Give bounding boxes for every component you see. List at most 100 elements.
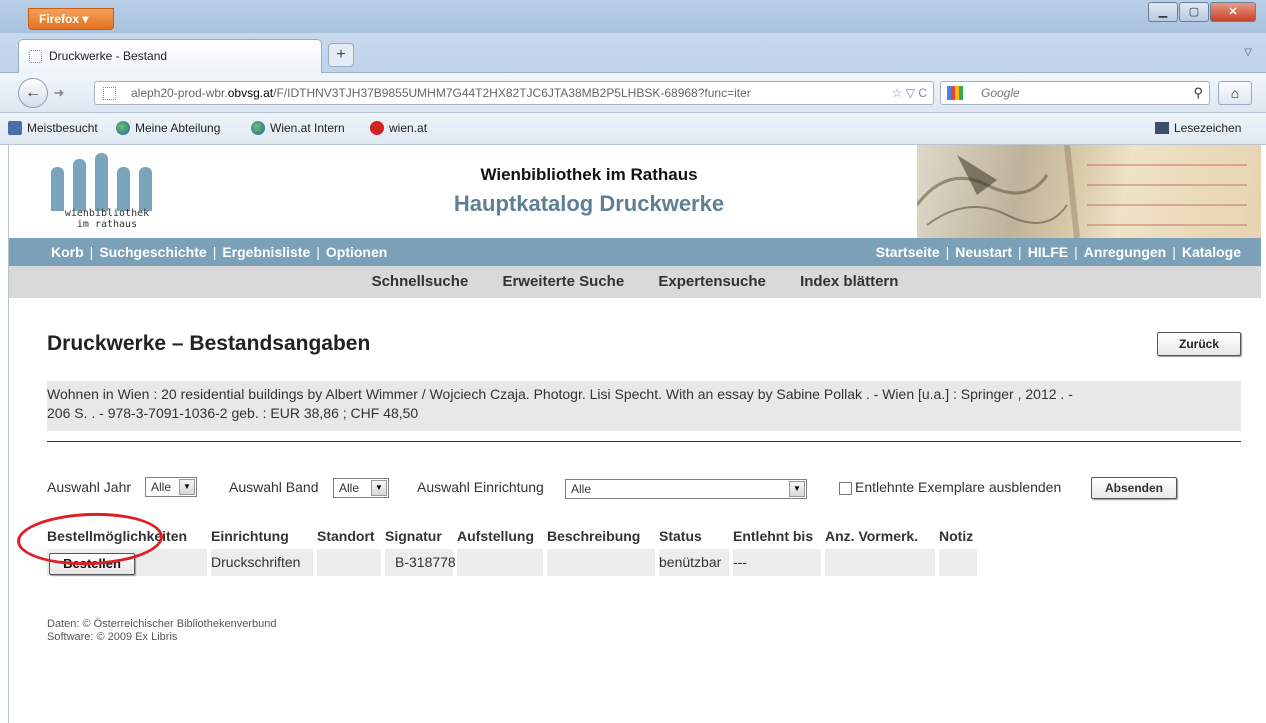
most-visited-icon (8, 121, 22, 135)
bookmarks-menu[interactable]: Lesezeichen (1155, 121, 1241, 135)
url-bar[interactable]: aleph20-prod-wbr.obvsg.at/F/IDTHNV3TJH37… (94, 81, 934, 105)
home-icon[interactable]: ⌂ (1218, 81, 1252, 105)
nav-neustart[interactable]: Neustart (955, 244, 1012, 260)
record-line-2: 206 S. . - 978-3-7091-1036-2 geb. : EUR … (47, 405, 419, 421)
search-icon[interactable]: ⚲ (1193, 82, 1203, 104)
vormerk-cell (825, 549, 935, 576)
page-title: Druckwerke – Bestandsangaben (47, 332, 371, 355)
google-engine-icon[interactable] (947, 86, 963, 100)
tab-list-chevron-icon[interactable]: ▽ (1244, 47, 1252, 58)
bookmark-meine-abteilung[interactable]: Meine Abteilung (116, 121, 220, 135)
hide-loaned-label: Entlehnte Exemplare ausblenden (855, 479, 1062, 495)
wien-icon (370, 121, 384, 135)
top-navigation: Korb | Suchgeschichte | Ergebnisliste | Option… (9, 238, 1261, 266)
einrichtung-cell: Druckschriften (211, 549, 313, 576)
dropdown-arrow-icon: ▼ (789, 481, 805, 497)
dropdown-arrow-icon: ▼ (179, 479, 195, 495)
page-content: wienbibliothek im rathaus Wienbibliothek… (8, 145, 1261, 723)
footer-data-credit: Daten: © Österreichischer Bibliothekenve… (47, 618, 277, 630)
dropdown-arrow-icon: ▼ (371, 480, 387, 496)
nav-suchgeschichte[interactable]: Suchgeschichte (99, 244, 206, 260)
divider (47, 441, 1241, 442)
bookmark-star-reload-icons[interactable]: ☆ ▽ C (885, 82, 927, 104)
bookmarks-toolbar: Meistbesucht Meine Abteilung Wien.at Int… (0, 113, 1266, 145)
browser-tab[interactable]: Druckwerke - Bestand (18, 39, 322, 73)
nav-anregungen[interactable]: Anregungen (1084, 244, 1166, 260)
volume-select[interactable]: Alle ▼ (333, 478, 389, 498)
notiz-cell (939, 549, 977, 576)
new-tab-button[interactable]: + (328, 43, 354, 67)
globe-icon (251, 121, 265, 135)
page-footer: Daten: © Österreichischer Bibliothekenve… (47, 618, 276, 644)
nav-kataloge[interactable]: Kataloge (1182, 244, 1241, 260)
back-page-button[interactable]: Zurück (1157, 332, 1241, 356)
column-header: Signatur (385, 528, 442, 544)
year-filter-label: Auswahl Jahr (47, 479, 132, 495)
record-line-1: Wohnen in Wien : 20 residential building… (47, 386, 1073, 402)
nav-expertensuche[interactable]: Expertensuche (658, 273, 766, 290)
status-cell: benützbar (659, 549, 729, 576)
bookmark-label: wien.at (389, 121, 428, 135)
site-subtitle: Hauptkatalog Druckwerke (453, 191, 725, 216)
search-type-navigation: Schnellsuche Erweiterte Suche Expertensu… (9, 266, 1261, 298)
globe-icon (116, 121, 130, 135)
firefox-menu-button[interactable]: Firefox ▾ (28, 8, 114, 30)
url-host: obvsg.at (227, 86, 274, 100)
library-logo-icon[interactable] (51, 153, 161, 211)
bookmarks-icon (1155, 122, 1169, 134)
forward-button[interactable]: ➜ (48, 83, 70, 103)
aufstellung-cell (457, 549, 543, 576)
bibliographic-record: Wohnen in Wien : 20 residential building… (47, 381, 1241, 431)
column-header: Status (659, 528, 702, 544)
nav-ergebnisliste[interactable]: Ergebnisliste (222, 244, 310, 260)
bookmark-wien-at[interactable]: wien.at (370, 121, 427, 135)
back-button[interactable]: ← (18, 78, 48, 108)
site-header: wienbibliothek im rathaus Wienbibliothek… (9, 145, 1261, 238)
tab-title: Druckwerke - Bestand (49, 49, 168, 63)
logo-line-2: im rathaus (76, 219, 138, 230)
bookmark-meistbesucht[interactable]: Meistbesucht (8, 121, 98, 135)
close-icon[interactable]: ✕ (1210, 2, 1256, 22)
nav-startseite[interactable]: Startseite (876, 244, 940, 260)
nav-schnellsuche[interactable]: Schnellsuche (372, 273, 469, 290)
institution-select[interactable]: Alle ▼ (565, 479, 807, 499)
column-header: Einrichtung (211, 528, 289, 544)
standort-cell (317, 549, 381, 576)
logo-line-1: wienbibliothek (64, 208, 150, 219)
bookmark-wien-intern[interactable]: Wien.at Intern (251, 121, 345, 135)
nav-erweiterte-suche[interactable]: Erweiterte Suche (502, 273, 624, 290)
nav-korb[interactable]: Korb (51, 244, 84, 260)
institution-filter-label: Auswahl Einrichtung (417, 479, 544, 495)
year-select-value: Alle (151, 480, 172, 494)
url-path: /F/IDTHNV3TJH37B9855UMHM7G44T2HX82TJC6JT… (273, 86, 751, 100)
submit-button[interactable]: Absenden (1091, 477, 1177, 499)
year-select[interactable]: Alle ▼ (145, 477, 197, 497)
site-identity-icon[interactable] (103, 87, 116, 100)
bookmarks-menu-label: Lesezeichen (1174, 121, 1242, 135)
tab-bar: Druckwerke - Bestand + ▽ (0, 33, 1266, 73)
signatur-cell: B-318778 (385, 549, 456, 576)
maximize-icon[interactable]: ▢ (1179, 2, 1209, 22)
logo-text: wienbibliothek im rathaus (47, 208, 167, 230)
search-placeholder: Google (981, 86, 1020, 100)
nav-optionen[interactable]: Optionen (326, 244, 387, 260)
navigation-toolbar: ← ➜ aleph20-prod-wbr.obvsg.at/F/IDTHNV3T… (0, 73, 1266, 113)
nav-index-blaettern[interactable]: Index blättern (800, 273, 898, 290)
volume-select-value: Alle (339, 481, 360, 495)
column-header: Standort (317, 528, 375, 544)
hide-loaned-checkbox[interactable] (839, 482, 852, 495)
url-prefix: aleph20-prod-wbr. (131, 86, 228, 100)
bookmark-label: Meine Abteilung (135, 121, 221, 135)
header-engraving-image (917, 145, 1261, 238)
window-controls: ▁ ▢ ✕ (1147, 2, 1256, 22)
institution-select-value: Alle (571, 482, 592, 496)
table-row: Bestellen Druckschriften B-318778 benütz… (47, 549, 977, 576)
column-header: Anz. Vormerk. (825, 528, 919, 544)
entlehnt-bis-cell: --- (733, 549, 821, 576)
nav-hilfe[interactable]: HILFE (1028, 244, 1068, 260)
column-header: Aufstellung (457, 528, 534, 544)
volume-filter-label: Auswahl Band (229, 479, 319, 495)
column-header: Notiz (939, 528, 974, 544)
minimize-icon[interactable]: ▁ (1148, 2, 1178, 22)
search-bar[interactable]: Google ⚲ (940, 81, 1210, 105)
